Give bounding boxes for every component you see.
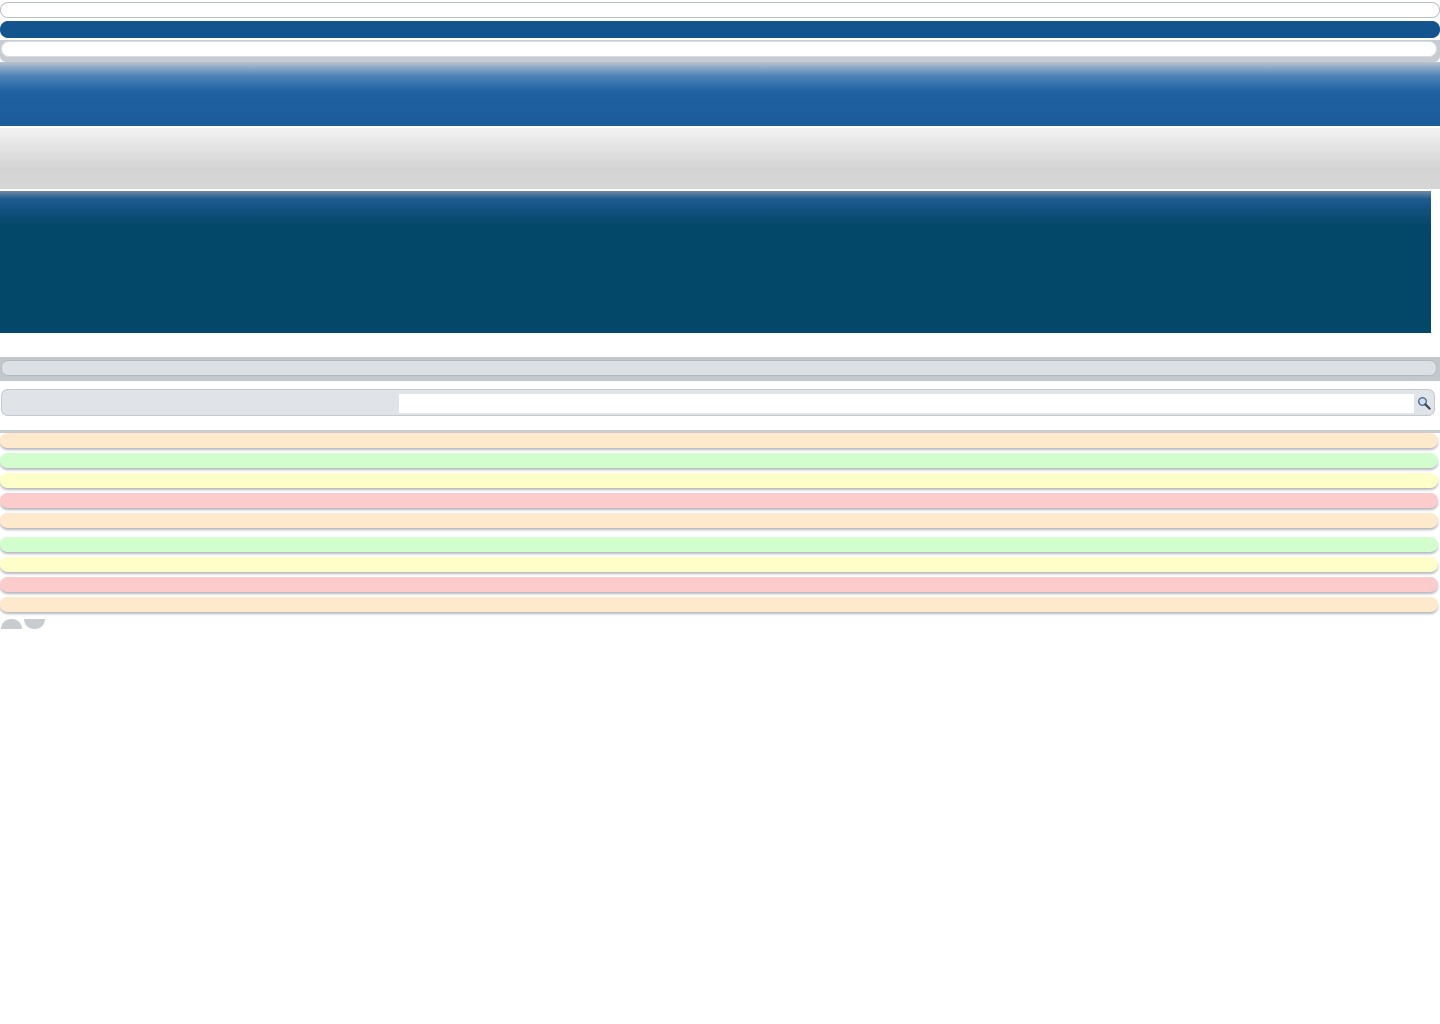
status-row[interactable] xyxy=(0,493,1438,508)
status-row[interactable] xyxy=(0,513,1438,528)
magnifier-icon xyxy=(1417,397,1431,410)
search-button[interactable] xyxy=(1415,394,1432,412)
status-row[interactable] xyxy=(0,557,1438,572)
toolbar-band xyxy=(0,128,1440,189)
site-header xyxy=(0,62,1440,126)
top-bar-outline xyxy=(0,2,1440,18)
status-row[interactable] xyxy=(0,473,1438,488)
status-row[interactable] xyxy=(0,453,1438,468)
address-bar[interactable] xyxy=(1,41,1437,57)
top-title-bar xyxy=(0,21,1440,38)
address-bar-container xyxy=(0,40,1440,62)
pager-tab-left[interactable] xyxy=(1,619,22,629)
nav-bar[interactable] xyxy=(1,360,1437,376)
hero-banner xyxy=(0,191,1431,333)
search-input[interactable] xyxy=(399,394,1414,413)
status-row[interactable] xyxy=(0,597,1438,612)
status-row[interactable] xyxy=(0,577,1438,592)
status-row[interactable] xyxy=(0,433,1438,448)
pager-tab-right[interactable] xyxy=(24,619,45,629)
status-row[interactable] xyxy=(0,537,1438,552)
